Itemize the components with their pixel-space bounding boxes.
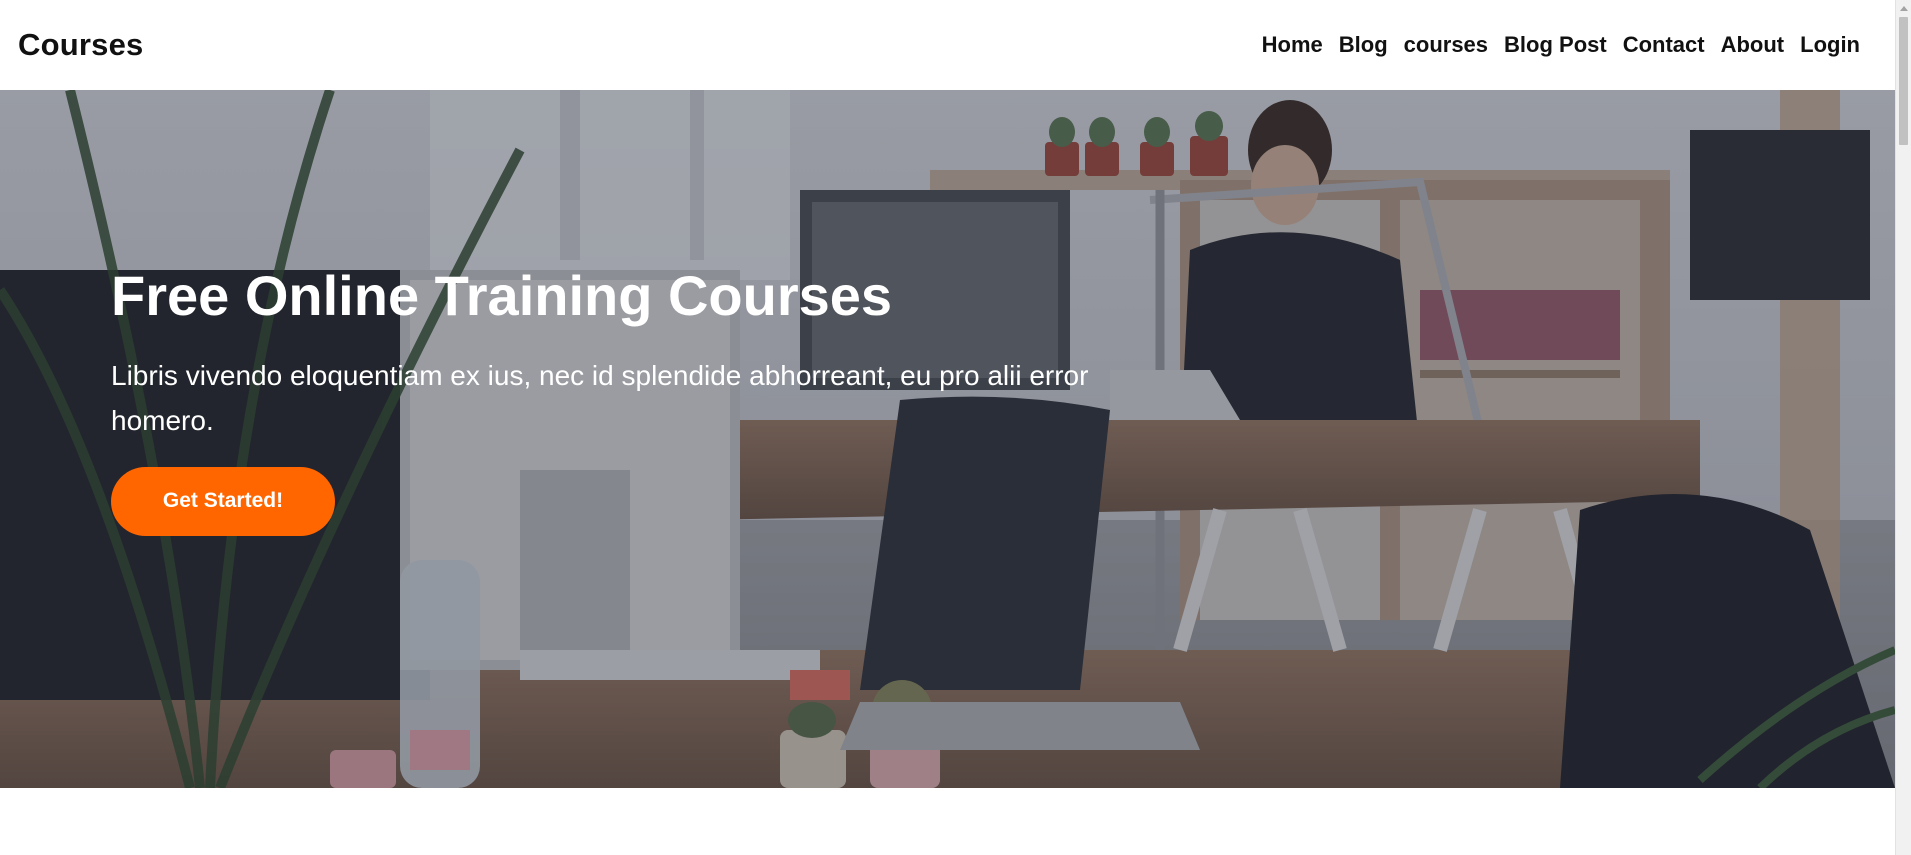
nav-blog-post[interactable]: Blog Post (1504, 32, 1607, 58)
nav-login[interactable]: Login (1800, 32, 1860, 58)
page: Courses Home Blog courses Blog Post Cont… (0, 0, 1911, 855)
hero-description: Libris vivendo eloquentiam ex ius, nec i… (111, 359, 1089, 436)
nav-blog[interactable]: Blog (1339, 32, 1388, 58)
chevron-up-icon[interactable] (1896, 0, 1911, 16)
hero-title: Free Online Training Courses (111, 264, 893, 327)
nav-about[interactable]: About (1721, 32, 1785, 58)
hero-section: Free Online Training Courses Libris vive… (0, 90, 1895, 788)
page-scrollbar[interactable] (1895, 0, 1911, 855)
main-nav: Home Blog courses Blog Post Contact Abou… (1246, 32, 1860, 58)
site-logo[interactable]: Courses (18, 27, 143, 63)
scrollbar-thumb[interactable] (1899, 17, 1908, 145)
nav-home[interactable]: Home (1262, 32, 1323, 58)
get-started-button[interactable]: Get Started! (111, 466, 335, 536)
site-header: Courses Home Blog courses Blog Post Cont… (0, 0, 1895, 90)
hero-content: Free Online Training Courses Libris vive… (111, 265, 1211, 536)
nav-contact[interactable]: Contact (1623, 32, 1705, 58)
nav-courses[interactable]: courses (1404, 32, 1488, 58)
